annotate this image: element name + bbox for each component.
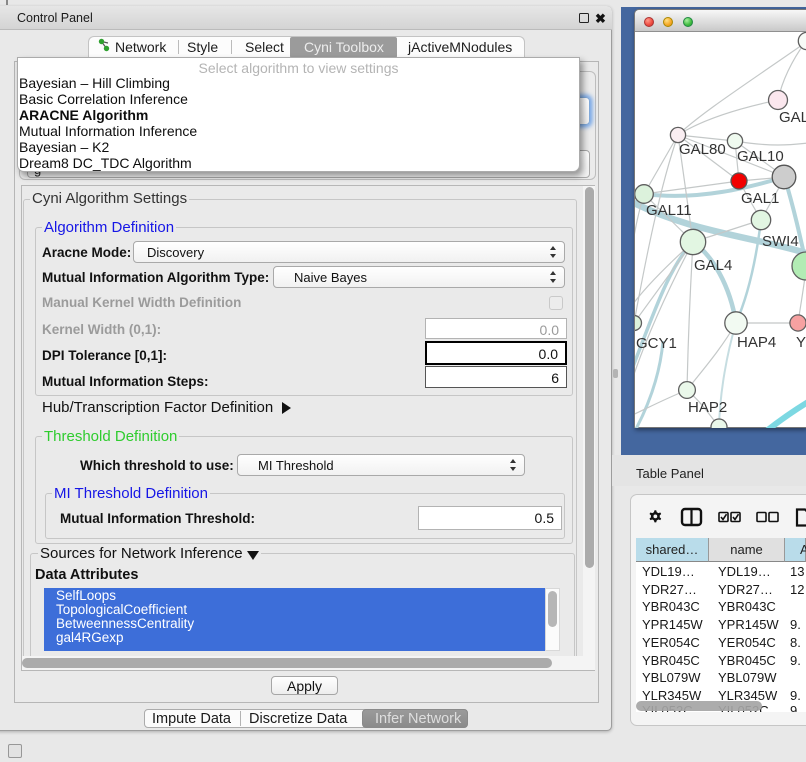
svg-text:HAP2: HAP2	[688, 399, 727, 416]
svg-text:GAL11: GAL11	[646, 202, 692, 219]
svg-text:GCY1: GCY1	[636, 335, 677, 352]
svg-text:GAL80: GAL80	[679, 141, 726, 158]
svg-text:GAL1: GAL1	[741, 190, 779, 207]
svg-text:Y: Y	[796, 334, 806, 351]
svg-text:GAL4: GAL4	[694, 257, 732, 274]
svg-text:GAL10: GAL10	[737, 148, 784, 165]
svg-text:HAP4: HAP4	[737, 334, 776, 351]
svg-text:SWI4: SWI4	[762, 233, 799, 250]
svg-text:GAL2: GAL2	[779, 109, 806, 126]
